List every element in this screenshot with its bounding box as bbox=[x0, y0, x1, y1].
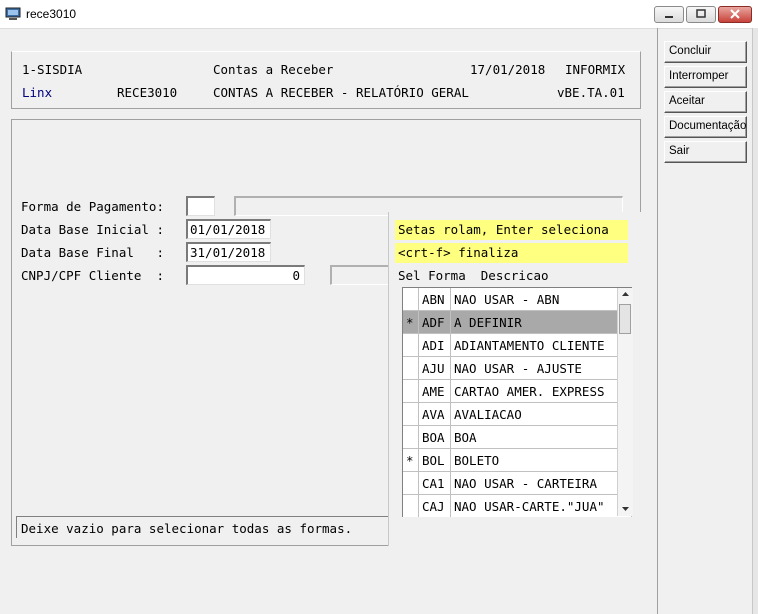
list-item-sel bbox=[403, 472, 419, 495]
list-column-headers: Sel Forma Descricao bbox=[398, 268, 549, 283]
list-item-sel: * bbox=[403, 311, 419, 334]
system-name: 1-SISDIA bbox=[22, 62, 83, 77]
scroll-down-icon[interactable] bbox=[619, 502, 632, 515]
list-item-desc: NAO USAR - CARTEIRA bbox=[451, 472, 632, 495]
list-item[interactable]: ADI ADIANTAMENTO CLIENTE bbox=[403, 334, 632, 357]
list-item[interactable]: ABN NAO USAR - ABN bbox=[403, 288, 632, 311]
list-item[interactable]: AME CARTAO AMER. EXPRESS bbox=[403, 380, 632, 403]
maximize-icon bbox=[696, 9, 706, 18]
list-item-code: CAJ bbox=[419, 495, 451, 517]
list-item-desc: ADIANTAMENTO CLIENTE bbox=[451, 334, 632, 357]
list-item-sel bbox=[403, 380, 419, 403]
list-item[interactable]: * BOL BOLETO bbox=[403, 449, 632, 472]
data-inicial-input[interactable]: 01/01/2018 bbox=[186, 219, 271, 239]
aceitar-button[interactable]: Aceitar bbox=[664, 91, 747, 113]
list-item-desc: A DEFINIR bbox=[451, 311, 632, 334]
forma-pagamento-label: Forma de Pagamento: bbox=[21, 199, 164, 214]
hint-finish: <crt-f> finaliza bbox=[395, 243, 628, 263]
title-bar[interactable]: rece3010 bbox=[0, 0, 758, 29]
vendor-name: Linx bbox=[22, 85, 53, 100]
close-button[interactable] bbox=[718, 6, 752, 23]
cnpj-input[interactable]: 0 bbox=[186, 265, 305, 285]
list-item[interactable]: AVA AVALIACAO bbox=[403, 403, 632, 426]
module-name: Contas a Receber bbox=[213, 62, 334, 77]
forma-selection-popup: Setas rolam, Enter seleciona <crt-f> fin… bbox=[388, 212, 646, 546]
list-item[interactable]: CA1 NAO USAR - CARTEIRA bbox=[403, 472, 632, 495]
list-item[interactable]: * ADF A DEFINIR bbox=[403, 311, 632, 334]
list-item[interactable]: CAJ NAO USAR-CARTE."JUA" bbox=[403, 495, 632, 517]
list-item-desc: BOLETO bbox=[451, 449, 632, 472]
database-name: INFORMIX bbox=[565, 62, 626, 77]
version: vBE.TA.01 bbox=[557, 85, 625, 100]
header-panel: 1-SISDIA Contas a Receber 17/01/2018 INF… bbox=[11, 51, 641, 109]
cnpj-label: CNPJ/CPF Cliente : bbox=[21, 268, 164, 283]
list-item-sel bbox=[403, 334, 419, 357]
report-title: CONTAS A RECEBER - RELATÓRIO GERAL bbox=[213, 85, 469, 100]
cliente-nome-field bbox=[330, 265, 390, 285]
list-item-desc: NAO USAR - ABN bbox=[451, 288, 632, 311]
list-item-code: ABN bbox=[419, 288, 451, 311]
list-scrollbar[interactable] bbox=[617, 288, 633, 516]
list-item-code: AVA bbox=[419, 403, 451, 426]
forma-pagamento-input[interactable] bbox=[186, 196, 215, 216]
list-item-sel: * bbox=[403, 449, 419, 472]
list-item-sel bbox=[403, 357, 419, 380]
list-item-desc: BOA bbox=[451, 426, 632, 449]
interromper-button[interactable]: Interromper bbox=[664, 66, 747, 88]
list-item-code: ADF bbox=[419, 311, 451, 334]
status-message: Deixe vazio para selecionar todas as for… bbox=[21, 521, 353, 536]
list-item-code: AJU bbox=[419, 357, 451, 380]
list-item-desc: NAO USAR - AJUSTE bbox=[451, 357, 632, 380]
minimize-button[interactable] bbox=[654, 6, 684, 23]
close-icon bbox=[730, 9, 740, 19]
list-item-sel bbox=[403, 426, 419, 449]
list-item[interactable]: BOA BOA bbox=[403, 426, 632, 449]
window-border bbox=[752, 28, 758, 614]
scroll-up-icon[interactable] bbox=[619, 288, 632, 301]
list-item-desc: CARTAO AMER. EXPRESS bbox=[451, 380, 632, 403]
list-item-code: BOA bbox=[419, 426, 451, 449]
list-item-code: BOL bbox=[419, 449, 451, 472]
program-code: RECE3010 bbox=[117, 85, 178, 100]
list-item-code: CA1 bbox=[419, 472, 451, 495]
list-item-desc: AVALIACAO bbox=[451, 403, 632, 426]
data-inicial-label: Data Base Inicial : bbox=[21, 222, 164, 237]
maximize-button[interactable] bbox=[686, 6, 716, 23]
concluir-button[interactable]: Concluir bbox=[664, 41, 747, 63]
list-item-sel bbox=[403, 495, 419, 517]
sair-button[interactable]: Sair bbox=[664, 141, 747, 163]
list-item-desc: NAO USAR-CARTE."JUA" bbox=[451, 495, 632, 517]
data-final-label: Data Base Final : bbox=[21, 245, 164, 260]
window-title: rece3010 bbox=[26, 7, 77, 21]
forma-list[interactable]: ABN NAO USAR - ABN * ADF A DEFINIR ADI ADIANTA… bbox=[402, 287, 632, 517]
status-bar: Deixe vazio para selecionar todas as for… bbox=[16, 516, 389, 538]
sidebar-divider bbox=[657, 28, 658, 614]
list-item-code: AME bbox=[419, 380, 451, 403]
hint-scroll: Setas rolam, Enter seleciona bbox=[395, 220, 628, 240]
scroll-thumb[interactable] bbox=[619, 304, 631, 334]
app-icon bbox=[5, 6, 21, 22]
list-item[interactable]: AJU NAO USAR - AJUSTE bbox=[403, 357, 632, 380]
list-item-sel bbox=[403, 403, 419, 426]
list-item-code: ADI bbox=[419, 334, 451, 357]
current-date: 17/01/2018 bbox=[470, 62, 546, 77]
list-item-sel bbox=[403, 288, 419, 311]
minimize-icon bbox=[665, 16, 673, 18]
data-final-input[interactable]: 31/01/2018 bbox=[186, 242, 271, 262]
documentacao-button[interactable]: Documentação bbox=[664, 116, 747, 138]
